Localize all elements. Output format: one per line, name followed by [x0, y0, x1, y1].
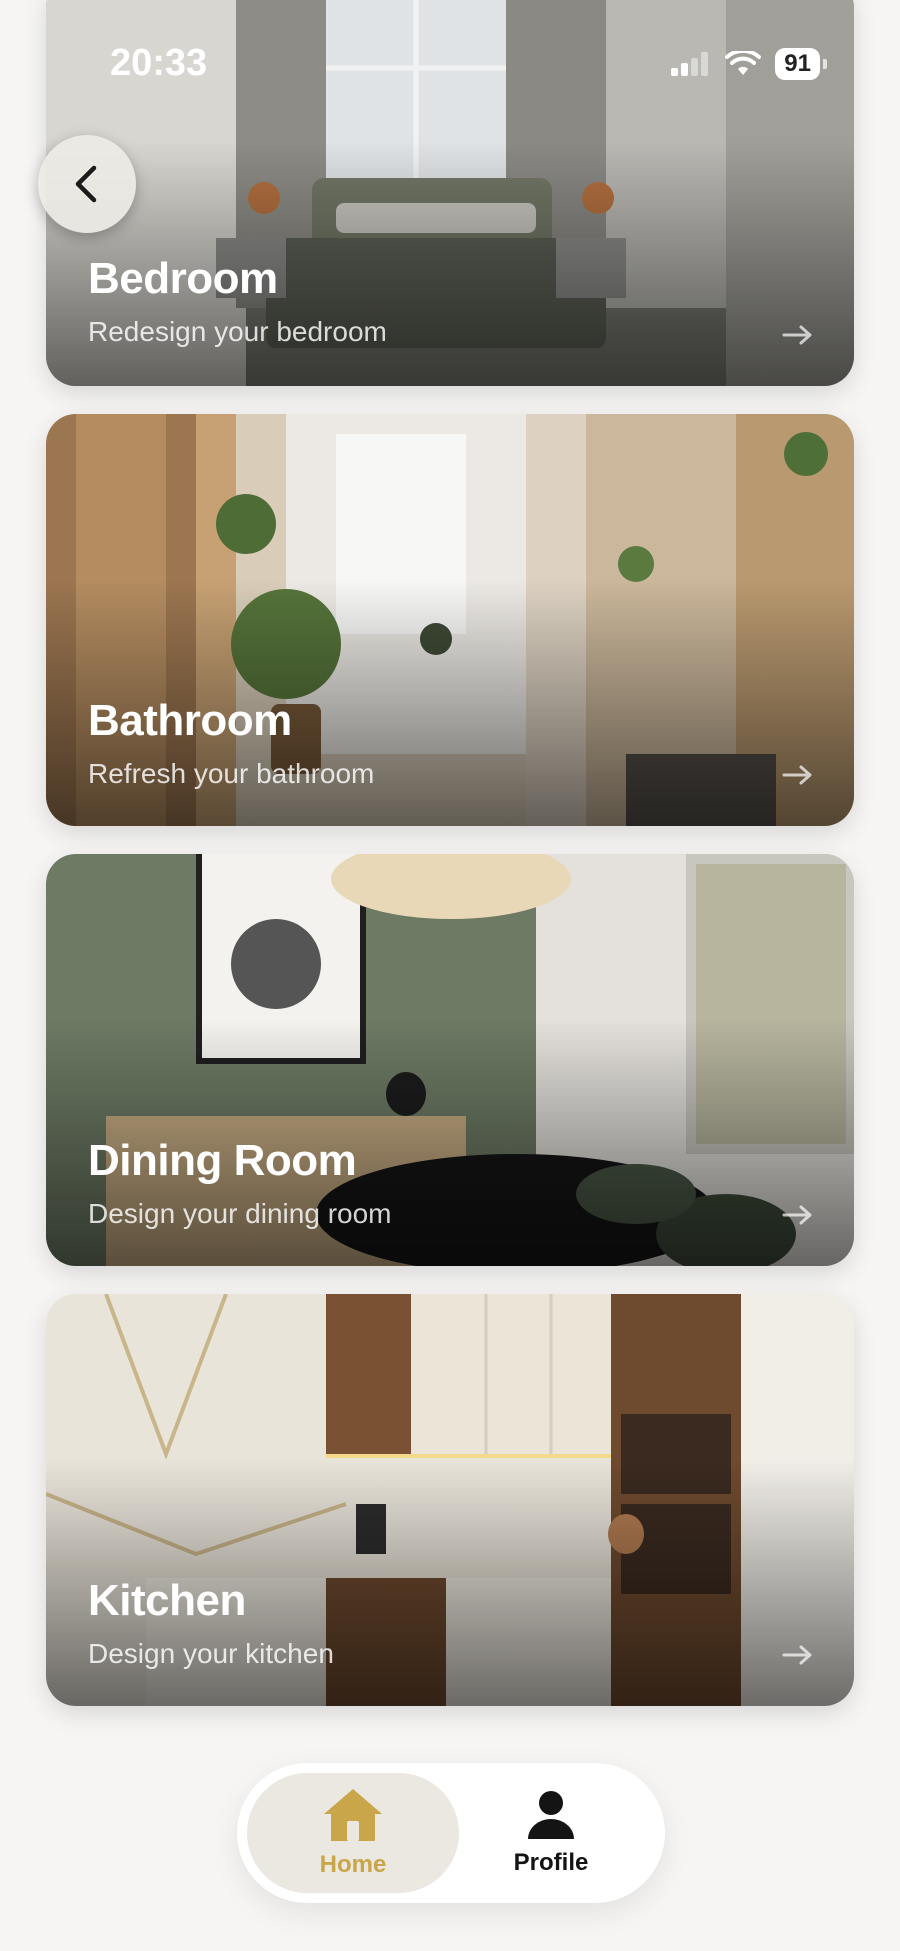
room-card-kitchen[interactable]: Kitchen Design your kitchen: [46, 1294, 854, 1706]
signal-icon: [671, 52, 709, 76]
card-title: Kitchen: [88, 1576, 246, 1625]
arrow-right-icon: [782, 1645, 812, 1665]
card-subtitle: Design your kitchen: [88, 1638, 334, 1669]
arrow-right-icon: [782, 765, 812, 785]
card-subtitle: Design your dining room: [88, 1198, 392, 1229]
card-subtitle: Redesign your bedroom: [88, 316, 387, 347]
arrow-right-icon: [782, 325, 812, 345]
card-title: Bedroom: [88, 254, 278, 303]
profile-icon: [528, 1791, 574, 1839]
room-card-dining-room[interactable]: Dining Room Design your dining room: [46, 854, 854, 1266]
tab-bar: Home Profile: [237, 1763, 665, 1903]
wifi-icon: [725, 51, 762, 75]
tab-profile-label: Profile: [513, 1849, 589, 1876]
card-title: Bathroom: [88, 696, 292, 745]
chevron-left-icon: [75, 165, 97, 203]
card-subtitle: Refresh your bathroom: [88, 758, 375, 789]
status-time: 20:33: [110, 42, 208, 84]
battery-indicator: 91: [775, 48, 827, 80]
home-icon: [324, 1789, 382, 1841]
card-title: Dining Room: [88, 1136, 357, 1185]
back-button[interactable]: [38, 135, 136, 233]
tab-home-label: Home: [319, 1851, 387, 1878]
status-icons: 91: [671, 48, 827, 80]
room-card-bathroom[interactable]: Bathroom Refresh your bathroom: [46, 414, 854, 826]
arrow-right-icon: [782, 1205, 812, 1225]
tab-profile[interactable]: Profile: [445, 1773, 657, 1893]
tab-home[interactable]: Home: [247, 1773, 459, 1893]
